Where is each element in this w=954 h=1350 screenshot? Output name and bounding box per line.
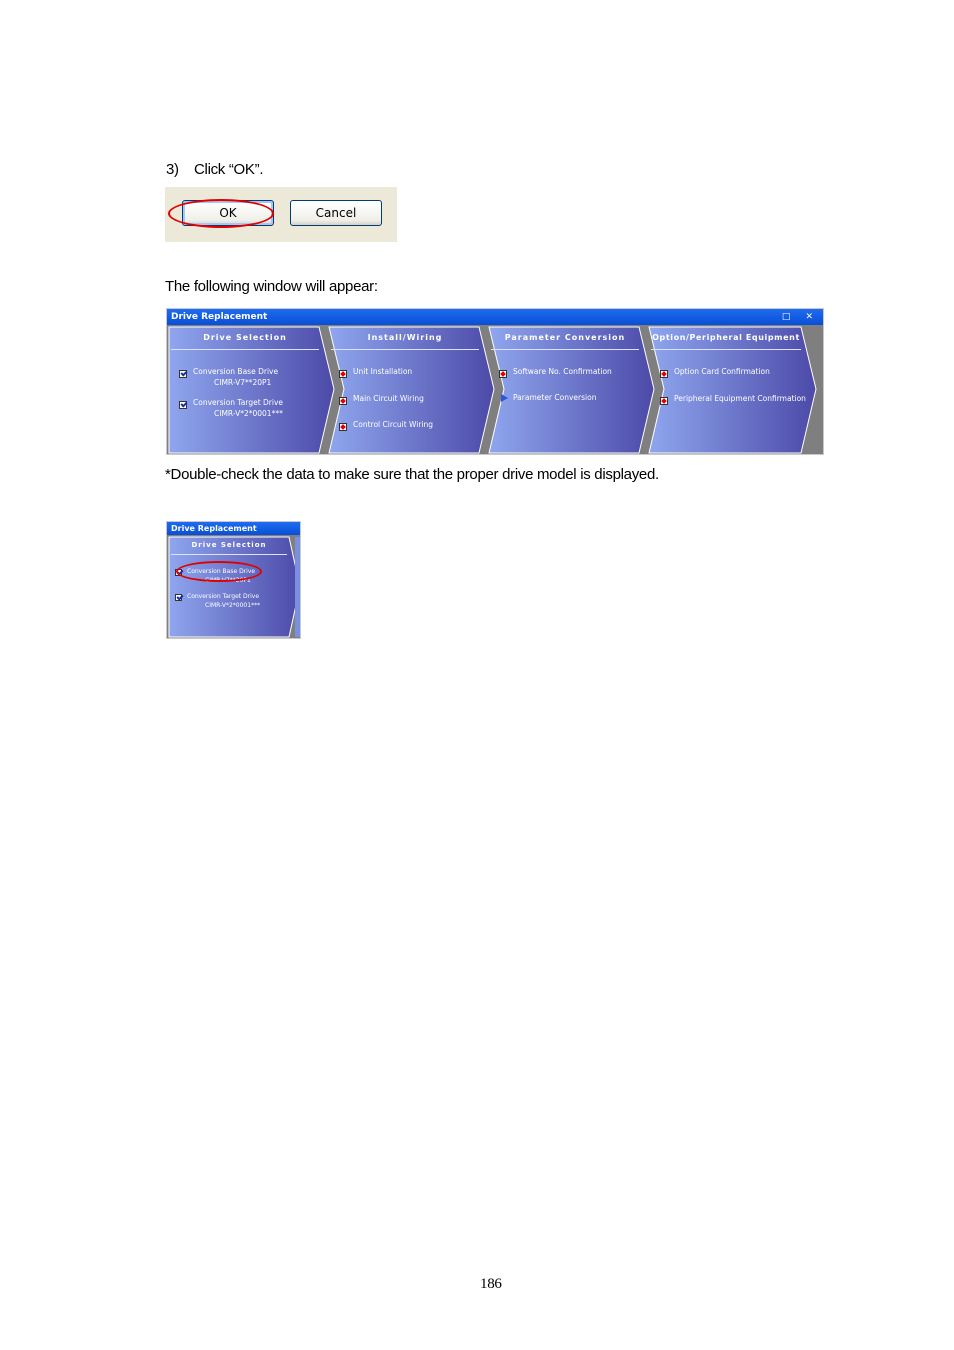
- check-icon: [175, 594, 182, 601]
- target-drive-model: CIMR-V*2*0001***: [214, 409, 283, 418]
- closeup-title: Drive Replacement: [171, 524, 257, 533]
- closeup-item-conversion-base-drive[interactable]: Conversion Base Drive: [187, 567, 255, 577]
- dialog-button-bar: OK Cancel: [165, 187, 397, 242]
- page-number: 186: [480, 1276, 502, 1292]
- closeup-base-drive-model: CIMR-V7**20P1: [205, 577, 251, 584]
- pending-icon: [499, 370, 507, 378]
- check-icon: [179, 370, 187, 378]
- item-control-circuit-wiring[interactable]: Control Circuit Wiring: [353, 420, 433, 430]
- double-check-note: *Double-check the data to make sure that…: [165, 466, 659, 483]
- window-controls-icon[interactable]: □ ✕: [782, 309, 819, 325]
- following-window-caption: The following window will appear:: [165, 278, 378, 295]
- cancel-button[interactable]: Cancel: [290, 200, 382, 226]
- pending-icon: [339, 423, 347, 431]
- item-conversion-base-drive[interactable]: Conversion Base Drive: [193, 367, 278, 377]
- step-number: 3): [166, 161, 179, 178]
- item-unit-installation[interactable]: Unit Installation: [353, 367, 412, 377]
- item-peripheral-equipment-confirmation[interactable]: Peripheral Equipment Confirmation: [674, 394, 806, 404]
- window-titlebar: Drive Replacement □ ✕: [167, 309, 823, 325]
- item-option-card-confirmation[interactable]: Option Card Confirmation: [674, 367, 770, 377]
- closeup-item-conversion-target-drive[interactable]: Conversion Target Drive: [187, 592, 259, 602]
- ok-button[interactable]: OK: [182, 200, 274, 226]
- step-instruction: Click “OK”.: [194, 161, 264, 178]
- closeup-titlebar: Drive Replacement: [167, 522, 300, 535]
- pending-icon: [339, 397, 347, 405]
- window-title: Drive Replacement: [171, 312, 268, 322]
- panel-title-option-peripheral: Option/Peripheral Equipment: [651, 333, 801, 350]
- pending-icon: [660, 370, 668, 378]
- pending-icon: [660, 397, 668, 405]
- item-software-no-confirmation[interactable]: Software No. Confirmation: [513, 367, 612, 377]
- closeup-panel-title: Drive Selection: [171, 541, 287, 555]
- check-icon: [179, 401, 187, 409]
- item-main-circuit-wiring[interactable]: Main Circuit Wiring: [353, 394, 424, 404]
- check-icon: [175, 569, 182, 576]
- pending-icon: [339, 370, 347, 378]
- arrow-icon: [501, 394, 508, 402]
- panel-title-drive-selection: Drive Selection: [171, 333, 319, 350]
- closeup-target-drive-model: CIMR-V*2*0001***: [205, 602, 261, 609]
- panel-title-parameter-conversion: Parameter Conversion: [491, 333, 639, 350]
- item-conversion-target-drive[interactable]: Conversion Target Drive: [193, 398, 283, 408]
- item-parameter-conversion[interactable]: Parameter Conversion: [513, 393, 596, 403]
- drive-selection-closeup: Drive Replacement Drive Selection Conver…: [166, 521, 301, 639]
- panel-title-install-wiring: Install/Wiring: [331, 333, 479, 350]
- base-drive-model: CIMR-V7**20P1: [214, 378, 272, 387]
- drive-replacement-window: Drive Replacement □ ✕ Drive Selection Co…: [166, 308, 824, 455]
